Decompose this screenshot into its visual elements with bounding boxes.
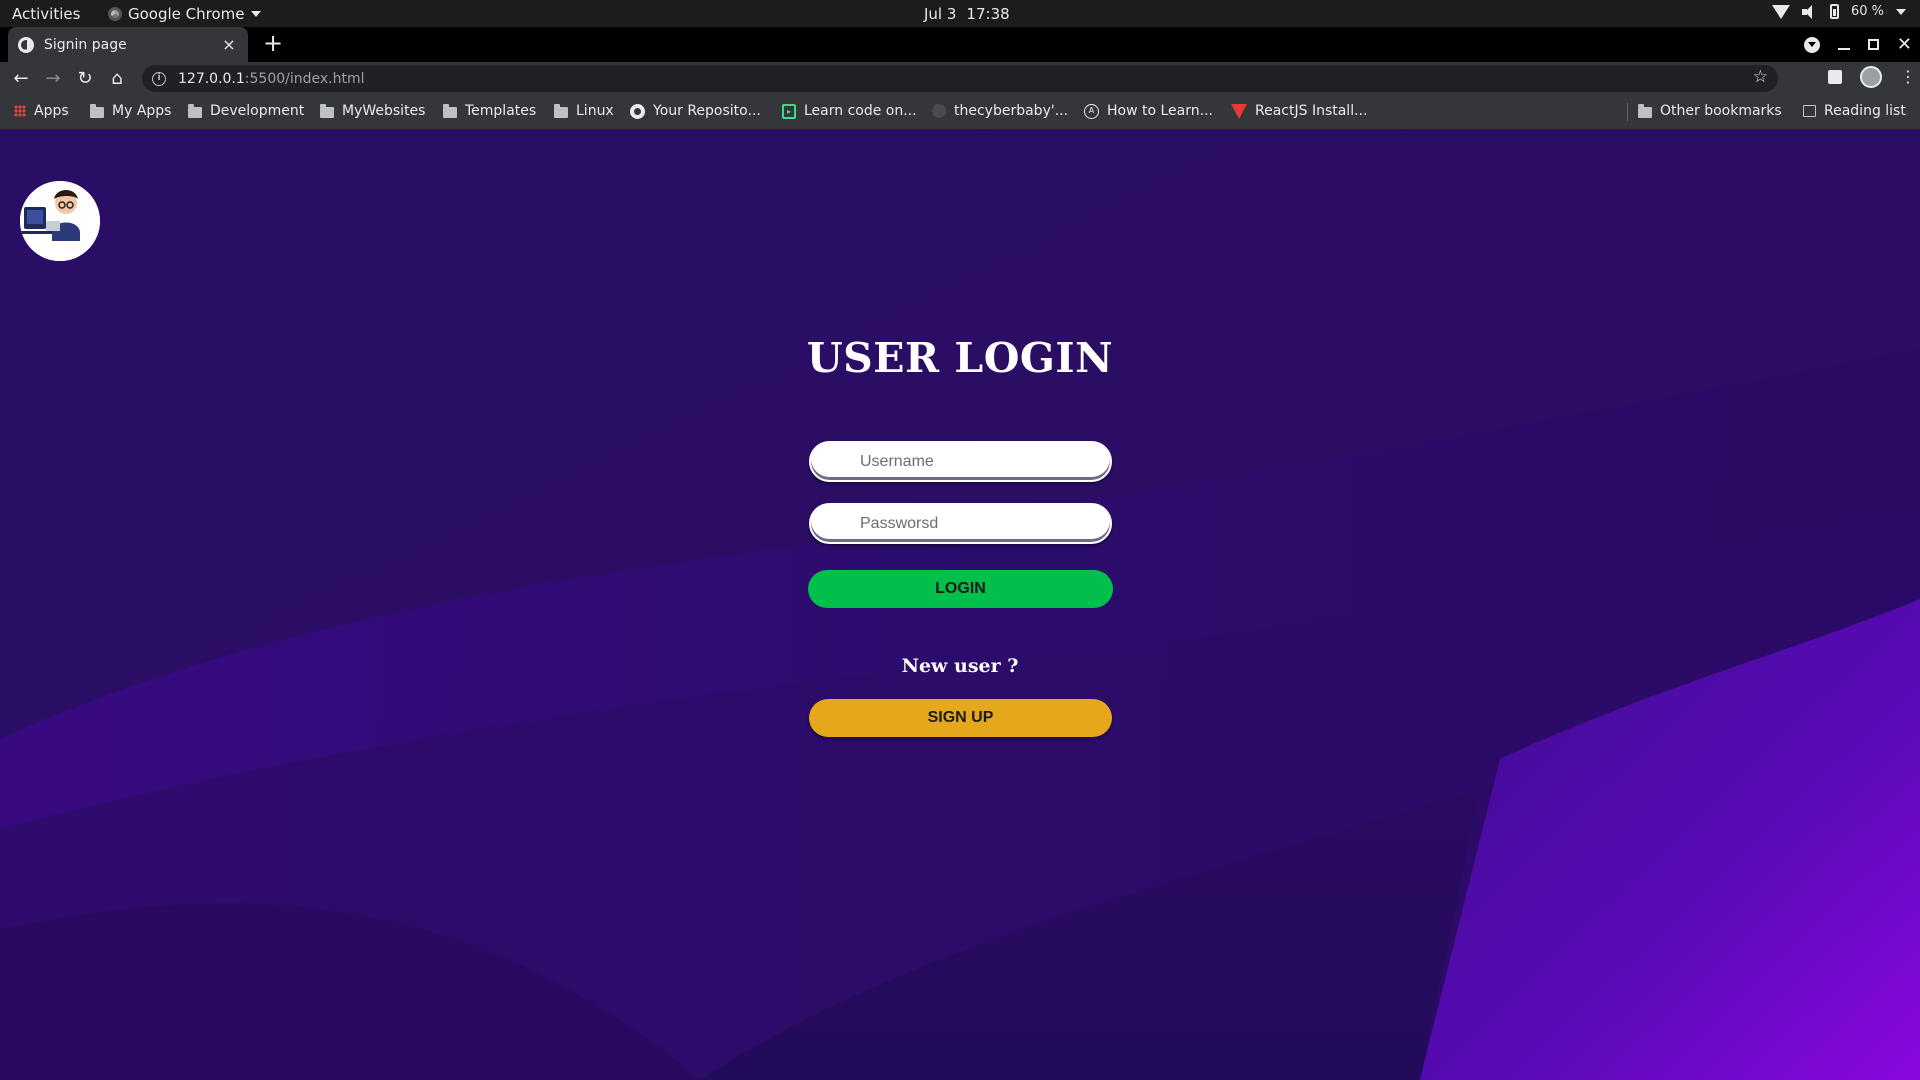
github-icon — [630, 103, 645, 119]
bookmark-folder-development[interactable]: Development — [188, 103, 304, 119]
system-top-bar: Activities Google Chrome Jul 3 17:38 60 … — [0, 0, 1920, 27]
bookmark-folder-templates[interactable]: Templates — [443, 103, 536, 119]
bookmark-label: Development — [210, 103, 305, 119]
bookmark-label: ReactJS Install... — [1255, 103, 1368, 119]
bookmark-label: How to Learn... — [1107, 103, 1213, 119]
close-tab-icon[interactable]: × — [220, 35, 238, 54]
new-tab-button[interactable]: + — [260, 31, 286, 57]
forward-arrow-icon[interactable]: → — [40, 66, 66, 92]
bookmark-label: MyWebsites — [342, 103, 426, 119]
chevron-down-icon — [250, 11, 261, 17]
restore-icon[interactable] — [1867, 39, 1879, 50]
folder-icon — [90, 103, 104, 118]
new-user-text: New user ? — [901, 655, 1019, 677]
profile-avatar[interactable] — [1860, 66, 1882, 88]
browser-toolbar: ← → ↻ ⌂ i 127.0.0.1 :5500/index.html ☆ ⋮ — [0, 62, 1920, 95]
folder-icon — [1638, 103, 1652, 118]
bookmark-label: thecyberbaby'... — [954, 103, 1069, 119]
bookmark-label: Templates — [465, 103, 537, 119]
window-controls: ✕ — [1803, 27, 1912, 62]
bookmarks-divider — [1627, 103, 1628, 121]
battery-icon — [1829, 4, 1839, 19]
wifi-icon — [1771, 4, 1790, 19]
clock-date: Jul 3 — [924, 5, 957, 23]
bookmark-folder-mywebsites[interactable]: MyWebsites — [320, 103, 425, 119]
bookmark-learn-code[interactable]: ▸ Learn code on... — [782, 103, 917, 119]
bookmark-folder-my-apps[interactable]: My Apps — [90, 103, 171, 119]
system-menu[interactable]: 60 % — [1771, 4, 1906, 19]
bookmark-apps[interactable]: Apps — [14, 103, 69, 119]
minimize-icon[interactable] — [1837, 47, 1850, 50]
folder-icon — [554, 103, 568, 118]
developer-avatar-icon — [20, 181, 100, 261]
toolbar-actions: ⋮ — [1828, 66, 1916, 88]
tab-strip: Signin page × + ✕ — [0, 27, 1920, 62]
bookmark-reactjs-install[interactable]: ReactJS Install... — [1231, 103, 1367, 119]
back-arrow-icon[interactable]: ← — [8, 66, 34, 92]
home-icon[interactable]: ⌂ — [104, 66, 130, 92]
folder-icon — [443, 103, 457, 118]
volume-icon — [1801, 4, 1818, 19]
apps-grid-icon — [14, 105, 26, 117]
password-input[interactable] — [809, 503, 1112, 544]
site-icon — [932, 104, 946, 118]
bookmark-label: Reading list — [1824, 103, 1906, 119]
battery-percentage: 60 % — [1850, 4, 1884, 19]
site-logo[interactable] — [20, 181, 100, 261]
chrome-icon — [108, 7, 122, 21]
bookmark-label: Your Reposito... — [653, 103, 761, 119]
chevron-down-icon — [1896, 8, 1906, 15]
bookmark-label: Learn code on... — [804, 103, 917, 119]
url-path: :5500/index.html — [244, 70, 365, 87]
login-button[interactable]: LOGIN — [808, 570, 1113, 608]
url-host: 127.0.0.1 — [178, 70, 245, 87]
bookmark-label: Other bookmarks — [1660, 103, 1782, 119]
clock-time: 17:38 — [966, 5, 1010, 23]
bookmark-how-to-learn[interactable]: A How to Learn... — [1084, 103, 1213, 119]
bookmark-label: Apps — [34, 103, 69, 119]
close-window-icon[interactable]: ✕ — [1897, 35, 1912, 54]
angular-icon: A — [1084, 103, 1099, 119]
page-favicon-icon — [18, 36, 34, 53]
tab-title: Signin page — [44, 36, 127, 53]
menu-kebab-icon[interactable]: ⋮ — [1900, 69, 1916, 85]
signup-button[interactable]: SIGN UP — [809, 699, 1112, 737]
site-info-icon[interactable]: i — [152, 71, 166, 86]
bookmark-thecyberbaby[interactable]: thecyberbaby'... — [932, 103, 1068, 119]
bookmark-star-icon[interactable]: ☆ — [1753, 67, 1768, 87]
app-name: Google Chrome — [128, 5, 245, 23]
tab-search-icon[interactable] — [1803, 36, 1820, 53]
username-input[interactable] — [809, 441, 1112, 482]
bookmark-label: Linux — [576, 103, 614, 119]
page-viewport: USER LOGIN LOGIN New user ? SIGN UP — [0, 129, 1920, 1080]
folder-icon — [320, 103, 334, 118]
react-icon — [1231, 103, 1247, 119]
bookmarks-bar: Apps My Apps Development MyWebsites Temp… — [0, 95, 1920, 129]
bookmark-other-bookmarks[interactable]: Other bookmarks — [1638, 103, 1782, 119]
reading-list-icon — [1803, 105, 1816, 117]
page-title: USER LOGIN — [806, 334, 1114, 382]
reload-icon[interactable]: ↻ — [72, 66, 98, 92]
folder-icon — [188, 103, 202, 118]
tab-signin-page[interactable]: Signin page × — [8, 27, 248, 62]
code-icon: ▸ — [782, 103, 796, 119]
address-bar[interactable]: i 127.0.0.1 :5500/index.html ☆ — [142, 65, 1778, 92]
clock[interactable]: Jul 3 17:38 — [924, 5, 1010, 23]
activities-button[interactable]: Activities — [12, 5, 80, 23]
bookmark-your-repositories[interactable]: Your Reposito... — [630, 103, 761, 119]
extensions-icon[interactable] — [1828, 70, 1842, 84]
app-menu[interactable]: Google Chrome — [108, 5, 261, 23]
reading-list-button[interactable]: Reading list — [1803, 103, 1906, 119]
bookmark-label: My Apps — [112, 103, 172, 119]
bookmark-folder-linux[interactable]: Linux — [554, 103, 614, 119]
